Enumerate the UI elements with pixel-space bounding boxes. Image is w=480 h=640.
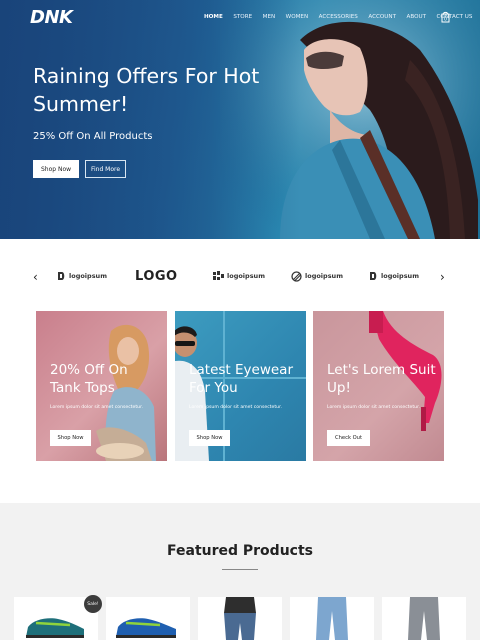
brand-logo-text: logoipsum (69, 272, 107, 280)
promo-card-eyewear[interactable]: Latest Eyewear For You Lorem ipsum dolor… (175, 311, 306, 461)
logoipsum-mark-icon (370, 272, 377, 280)
hero-shop-now-button[interactable]: Shop Now (33, 160, 79, 178)
hero-banner: DNK HOME STORE MEN WOMEN ACCESSORIES ACC… (0, 0, 480, 239)
nav-accessories[interactable]: ACCESSORIES (319, 14, 358, 20)
promo-shop-now-button[interactable]: Shop Now (189, 430, 230, 446)
promo-text: Lorem ipsum dolor sit amet consectetur. (327, 405, 421, 410)
promo-title: Let's Lorem Suit Up! (327, 362, 436, 396)
logoipsum-mark-icon (291, 270, 302, 282)
promo-shop-now-button[interactable]: Shop Now (50, 430, 91, 446)
nav-store[interactable]: STORE (233, 14, 252, 20)
promo-text: Lorem ipsum dolor sit amet consectetur. (50, 405, 144, 410)
featured-title: Featured Products (167, 543, 313, 559)
product-card[interactable] (106, 597, 190, 640)
sneaker-image (116, 618, 176, 638)
chevron-right-icon[interactable]: › (440, 271, 445, 283)
jeans-model-image (224, 597, 256, 640)
featured-divider (222, 569, 258, 570)
product-card[interactable] (382, 597, 466, 640)
logoipsum-mark-icon (58, 272, 65, 280)
brand-logo-text: LOGO (135, 268, 178, 284)
grey-jeans-image (408, 597, 440, 640)
sale-badge: Sale! (84, 595, 102, 613)
promo-check-out-button[interactable]: Check Out (327, 430, 370, 446)
site-logo[interactable]: DNK (30, 7, 73, 28)
hero-find-more-button[interactable]: Find More (85, 160, 126, 178)
nav-about[interactable]: ABOUT (407, 14, 426, 20)
brand-logos-strip: ‹ logoipsum LOGO logoipsum logoipsum log… (0, 239, 480, 311)
brand-logo-2[interactable]: LOGO (135, 268, 178, 284)
logoipsum-mark-icon (213, 271, 224, 280)
hero-subtitle: 25% Off On All Products (33, 131, 153, 142)
brand-logo-text: logoipsum (227, 272, 265, 280)
hero-overlay (0, 0, 300, 239)
main-nav: HOME STORE MEN WOMEN ACCESSORIES ACCOUNT… (204, 14, 480, 20)
chevron-left-icon[interactable]: ‹ (33, 271, 38, 283)
nav-women[interactable]: WOMEN (286, 14, 308, 20)
brand-logo-5[interactable]: logoipsum (369, 268, 419, 284)
promo-card-suit-up[interactable]: Let's Lorem Suit Up! Lorem ipsum dolor s… (313, 311, 444, 461)
brand-logo-text: logoipsum (381, 272, 419, 280)
brand-logo-1[interactable]: logoipsum (57, 268, 107, 284)
nav-home[interactable]: HOME (204, 14, 223, 20)
featured-products-section: Featured Products Sale! (0, 503, 480, 640)
promo-card-tank-tops[interactable]: 20% Off On Tank Tops Lorem ipsum dolor s… (36, 311, 167, 461)
jeans-image (316, 597, 348, 640)
nav-men[interactable]: MEN (263, 14, 276, 20)
cart-icon[interactable]: 0 (440, 11, 451, 23)
brand-logo-3[interactable]: logoipsum (213, 268, 265, 284)
product-card[interactable] (290, 597, 374, 640)
nav-account[interactable]: ACCOUNT (368, 14, 396, 20)
product-card[interactable] (198, 597, 282, 640)
cart-count: 0 (444, 17, 447, 23)
promo-title: 20% Off On Tank Tops (50, 362, 128, 396)
brand-logo-4[interactable]: logoipsum (291, 268, 343, 284)
promo-text: Lorem ipsum dolor sit amet consectetur. (189, 405, 283, 410)
promo-title: Latest Eyewear For You (189, 362, 294, 396)
brand-logo-text: logoipsum (305, 272, 343, 280)
hero-title: Raining Offers For Hot Summer! (33, 64, 260, 116)
